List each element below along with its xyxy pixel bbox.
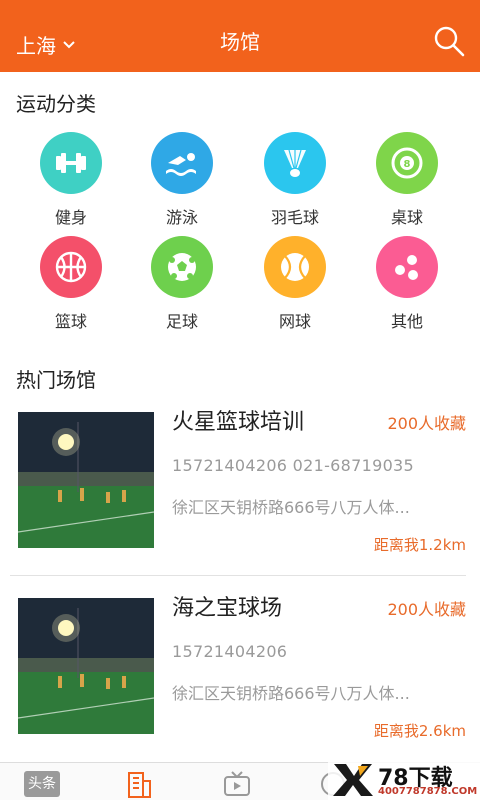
dots-icon: [376, 236, 438, 298]
category-fitness[interactable]: 健身: [16, 132, 126, 228]
watermark-logo: 78下载 4007787878.COM: [328, 758, 480, 800]
category-label: 网球: [278, 312, 311, 331]
sports-category-title: 运动分类: [16, 92, 96, 116]
tennis-ball-icon: [264, 236, 326, 298]
venue-name: 海之宝球场: [172, 596, 283, 621]
venue-photo: [18, 412, 154, 548]
category-tennis[interactable]: 网球: [240, 236, 350, 332]
category-label: 羽毛球: [270, 208, 319, 227]
category-badminton[interactable]: 羽毛球: [240, 132, 350, 228]
svg-text:8: 8: [404, 159, 411, 170]
category-label: 桌球: [390, 208, 423, 227]
category-label: 足球: [165, 312, 198, 331]
category-label: 其他: [390, 312, 423, 331]
category-other[interactable]: 其他: [352, 236, 462, 332]
category-basketball[interactable]: 篮球: [16, 236, 126, 332]
soccer-ball-icon: [151, 236, 213, 298]
category-soccer[interactable]: 足球: [127, 236, 237, 332]
shuttlecock-icon: [264, 132, 326, 194]
venue-address: 徐汇区天钥桥路666号八万人体...: [172, 684, 410, 703]
venue-card[interactable]: 海之宝球场 200人收藏 15721404206 徐汇区天钥桥路666号八万人体…: [0, 570, 480, 756]
venue-address: 徐汇区天钥桥路666号八万人体...: [172, 498, 410, 517]
basketball-icon: [40, 236, 102, 298]
watermark-url: 4007787878.COM: [378, 786, 478, 797]
category-label: 健身: [54, 208, 87, 227]
building-icon[interactable]: [124, 769, 154, 799]
tv-icon[interactable]: [222, 769, 252, 799]
venue-favorites: 200人收藏: [387, 600, 466, 619]
category-billiards[interactable]: 8 桌球: [352, 132, 462, 228]
category-label: 篮球: [54, 312, 87, 331]
venue-distance: 距离我2.6km: [373, 722, 466, 740]
search-icon[interactable]: [432, 24, 466, 58]
category-label: 游泳: [165, 208, 198, 227]
venue-photo: [18, 598, 154, 734]
billiard-ball-icon: 8: [376, 132, 438, 194]
page-title: 场馆: [220, 30, 260, 54]
venue-distance: 距离我1.2km: [373, 536, 466, 554]
top-bar: 上海 场馆: [0, 0, 480, 72]
venue-phone: 15721404206 021-68719035: [172, 456, 415, 475]
tab-headlines[interactable]: 头条: [24, 771, 60, 797]
venue-card[interactable]: 火星篮球培训 200人收藏 15721404206 021-68719035 徐…: [0, 384, 480, 570]
venue-name: 火星篮球培训: [172, 410, 305, 435]
venue-favorites: 200人收藏: [387, 414, 466, 433]
swimmer-icon: [151, 132, 213, 194]
dumbbell-icon: [40, 132, 102, 194]
category-swimming[interactable]: 游泳: [127, 132, 237, 228]
venue-phone: 15721404206: [172, 642, 288, 661]
